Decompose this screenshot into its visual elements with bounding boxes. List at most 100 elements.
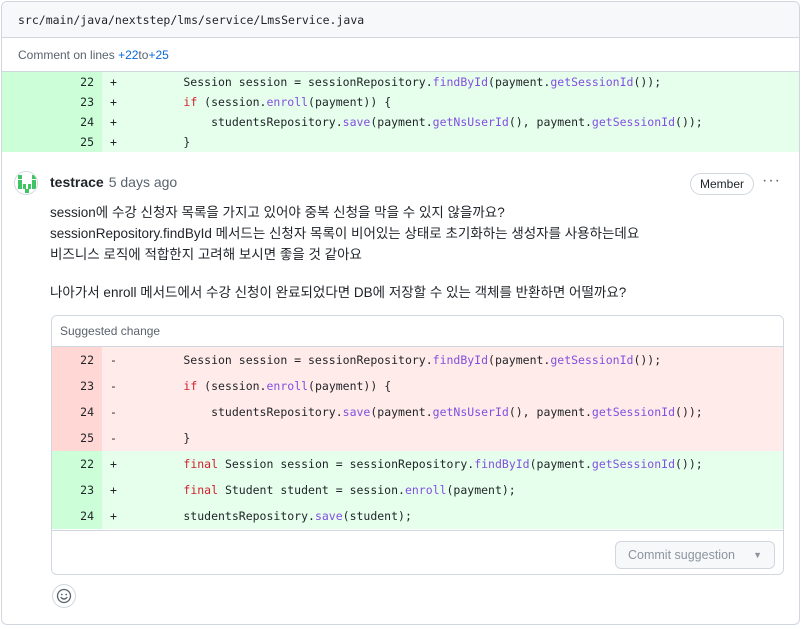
comment-timestamp[interactable]: 5 days ago [109,174,178,190]
code-function: getNsUserId [432,115,509,129]
comment-lines-label: Comment on lines +22 to +25 [2,38,799,72]
code-text: (payment. [370,115,433,129]
code-function: getSessionId [591,457,675,471]
code-text: ()); [675,457,703,471]
line-number[interactable]: 23 [2,92,102,112]
diff-sign: - [110,405,117,419]
code-function: save [342,405,371,419]
line-number[interactable]: 24 [52,399,102,425]
line-number[interactable]: 25 [52,425,102,451]
line-number[interactable]: 23 [52,373,102,399]
diff-sign: + [110,457,117,471]
diff-line: 24- studentsRepository.save(payment.getN… [52,399,783,425]
diff-line: 23 + if (session.enroll(payment)) { [2,92,799,112]
diff-line: 22 + final Session session = sessionRepos… [52,451,783,477]
avatar[interactable] [14,171,38,195]
diff-line: 23 + final Student student = session.enro… [52,477,783,503]
line-number[interactable]: 22 [52,347,102,373]
code-function: getSessionId [550,75,634,89]
code-function: getSessionId [591,115,676,129]
code-text: } [128,135,191,149]
code-text: } [128,431,191,445]
comment-body: session에 수강 신청자 목록을 가지고 있어야 중복 신청을 막을 수 … [50,202,770,303]
code-line: if (session.enroll(payment)) { [124,379,391,393]
suggested-change-title: Suggested change [52,316,783,347]
diff-sign: - [110,379,117,393]
code-line: } [124,135,190,149]
code-text: (session. [197,379,267,393]
comment-body-line: session에 수강 신청자 목록을 가지고 있어야 중복 신청을 막을 수 … [50,205,505,220]
code-text: (payment. [488,353,551,367]
line-number[interactable]: 24 [2,112,102,132]
code-line: studentsRepository.save(payment.getNsUse… [124,115,703,129]
comment-body-line: 비즈니스 로직에 적합한지 고려해 보시면 좋을 것 같아요 [50,247,362,262]
diff-context: 22 + Session session = sessionRepository.… [2,72,799,152]
diff-line: 22 + Session session = sessionRepository.… [2,72,799,92]
commit-suggestion-button[interactable]: Commit suggestion ▼ [615,541,775,569]
code-function: enroll [404,483,447,497]
line-number[interactable]: 22 [52,451,102,477]
code-line: studentsRepository.save(payment.getNsUse… [124,405,703,419]
code-function: findById [474,457,530,471]
code-text: (), payment. [508,115,592,129]
code-text: ()); [675,405,703,419]
code-function: getSessionId [591,405,676,419]
code-function: getNsUserId [432,405,509,419]
comment-lines-to: to [138,47,149,62]
diff-line: 22- Session session = sessionRepository.… [52,347,783,373]
code-function: findById [432,353,489,367]
diff-line: 24 + studentsRepository.save(payment.getN… [2,112,799,132]
code-keyword: if [183,95,198,109]
code-function: enroll [266,379,309,393]
diff-line: 23- if (session.enroll(payment)) { [52,373,783,399]
suggested-change-diff: 22- Session session = sessionRepository.… [52,347,783,529]
author-name[interactable]: testrace [50,174,104,190]
kebab-horizontal-icon[interactable]: ··· [762,172,781,190]
commit-suggestion-label: Commit suggestion [628,548,735,562]
code-line: Session session = sessionRepository.find… [124,75,661,89]
code-text: Session session = sessionRepository. [128,75,433,89]
line-number[interactable]: 25 [2,132,102,152]
code-text: studentsRepository. [128,115,343,129]
code-keyword: final [183,457,219,471]
commit-area: Commit suggestion ▼ [52,530,783,574]
code-function: getSessionId [550,353,634,367]
code-text: (payment. [370,405,433,419]
add-reaction-button[interactable] [52,584,76,608]
line-number[interactable]: 24 [52,503,102,529]
diff-sign: + [110,95,117,109]
diff-sign: - [110,353,117,367]
code-line: Session session = sessionRepository.find… [124,353,661,367]
file-path[interactable]: src/main/java/nextstep/lms/service/LmsSe… [18,13,364,27]
file-header: src/main/java/nextstep/lms/service/LmsSe… [2,2,799,38]
code-text: Session session = sessionRepository. [218,457,475,471]
code-function: save [342,115,371,129]
code-text: Session session = sessionRepository. [128,353,433,367]
code-line: } [124,431,190,445]
review-thread: src/main/java/nextstep/lms/service/LmsSe… [1,1,800,625]
comment-body-line: 나아가서 enroll 메서드에서 수강 신청이 완료되었다면 DB에 저장할 … [50,285,627,300]
line-number[interactable]: 22 [2,72,102,92]
comment-lines-prefix: Comment on lines [18,47,115,62]
diff-sign: + [110,75,117,89]
code-text: (payment)) { [308,95,392,109]
diff-line: 24 + studentsRepository.save(student); [52,503,783,529]
diff-sign: - [110,431,117,445]
comment-line-end[interactable]: +25 [148,48,168,62]
diff-sign: + [110,483,117,497]
diff-line: 25- } [52,425,783,451]
code-text: studentsRepository. [128,509,315,523]
diff-sign: + [110,509,117,523]
line-number[interactable]: 23 [52,477,102,503]
triangle-down-icon[interactable]: ▼ [753,550,762,560]
code-line: final Student student = session.enroll(p… [124,483,515,497]
comment-line-start[interactable]: +22 [118,48,138,62]
comment-header: testrace 5 days ago [50,174,177,190]
code-text: (), payment. [508,405,592,419]
comment-body-line: sessionRepository.findById 메서드는 신청자 목록이 … [50,226,640,241]
code-text: studentsRepository. [128,405,343,419]
diff-sign: + [110,115,117,129]
